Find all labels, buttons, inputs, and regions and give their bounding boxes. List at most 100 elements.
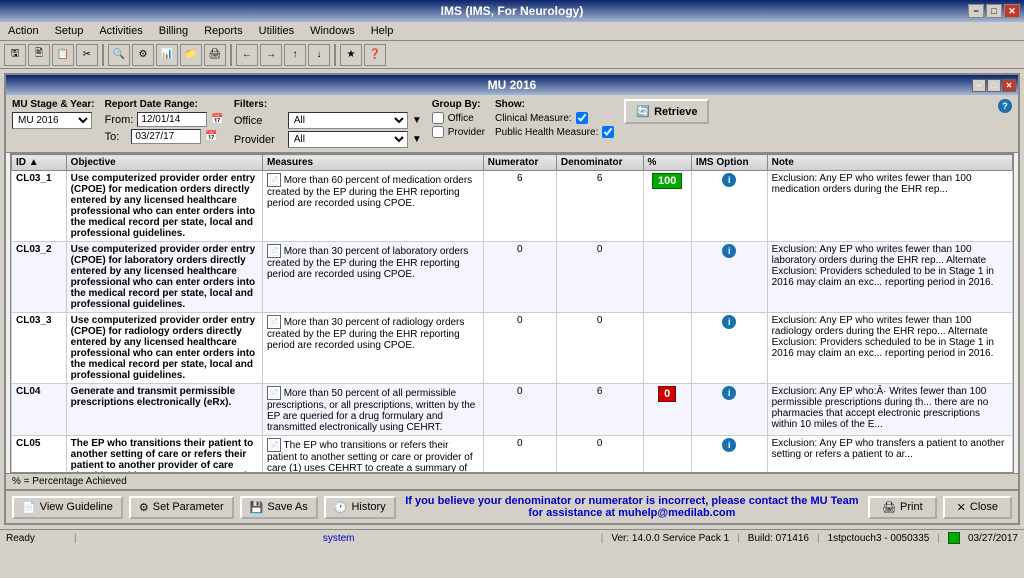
cell-ims-option: i (691, 384, 767, 436)
parameter-icon: ⚙ (139, 501, 149, 514)
menu-help[interactable]: Help (367, 24, 398, 38)
doc-icon[interactable]: 📄 (267, 315, 281, 329)
info-icon[interactable]: i (722, 386, 736, 400)
gb-office-checkbox[interactable] (432, 112, 444, 124)
cell-measures: 📄 More than 30 percent of radiology orde… (262, 313, 483, 384)
tb-btn-12[interactable]: ↑ (284, 44, 306, 66)
doc-icon[interactable]: 📄 (267, 244, 281, 258)
tb-btn-13[interactable]: ↓ (308, 44, 330, 66)
cell-id: CL03_2 (12, 242, 67, 313)
public-health-checkbox[interactable] (602, 126, 614, 138)
menu-action[interactable]: Action (4, 24, 43, 38)
tb-btn-14[interactable]: ★ (340, 44, 362, 66)
status-user: system (85, 533, 593, 544)
mu-maximize-button[interactable]: □ (987, 79, 1001, 92)
help-icon[interactable]: ? (998, 99, 1012, 113)
office-provider-group: Filters: Office All ▼ Provider All ▼ (234, 99, 422, 148)
status-version: Ver: 14.0.0 Service Pack 1 (611, 533, 729, 544)
from-row: From: 📅 (105, 112, 224, 127)
menu-billing[interactable]: Billing (155, 24, 192, 38)
provider-select[interactable]: All (288, 131, 408, 148)
col-note[interactable]: Note (767, 155, 1012, 171)
col-ims-option[interactable]: IMS Option (691, 155, 767, 171)
date-range-label: Report Date Range: (105, 99, 224, 110)
mu-close-button[interactable]: ✕ (1002, 79, 1016, 92)
col-id[interactable]: ID ▲ (12, 155, 67, 171)
history-button[interactable]: 🕐 History (324, 496, 396, 519)
doc-icon[interactable]: 📄 (267, 173, 281, 187)
table-body: CL03_1Use computerized provider order en… (12, 171, 1013, 474)
col-numerator[interactable]: Numerator (483, 155, 556, 171)
tb-btn-10[interactable]: ← (236, 44, 258, 66)
close-button[interactable]: ✕ Close (943, 496, 1012, 519)
cell-measures: 📄 More than 30 percent of laboratory ord… (262, 242, 483, 313)
calendar-icon[interactable]: 📅 (211, 114, 223, 125)
cell-pct: 100 (643, 171, 691, 242)
menu-utilities[interactable]: Utilities (255, 24, 298, 38)
calendar-icon-2[interactable]: 📅 (205, 131, 217, 142)
tb-btn-3[interactable]: 📋 (52, 44, 74, 66)
doc-icon[interactable]: 📄 (267, 386, 281, 400)
save-as-button[interactable]: 💾 Save As (240, 496, 318, 519)
from-date-input[interactable] (137, 112, 207, 127)
tb-btn-8[interactable]: 📁 (180, 44, 202, 66)
to-date-input[interactable] (131, 129, 201, 144)
measures-table: ID ▲ Objective Measures Numerator Denomi… (11, 154, 1013, 473)
view-guideline-label: View Guideline (40, 501, 113, 513)
view-guideline-button[interactable]: 📄 View Guideline (12, 496, 123, 519)
gb-provider-checkbox[interactable] (432, 126, 444, 138)
retrieve-button[interactable]: 🔄 Retrieve (624, 99, 709, 124)
menu-activities[interactable]: Activities (95, 24, 146, 38)
table-row: CL05The EP who transitions their patient… (12, 436, 1013, 474)
col-measures[interactable]: Measures (262, 155, 483, 171)
doc-icon[interactable]: 📄 (267, 438, 281, 452)
col-denominator[interactable]: Denominator (556, 155, 643, 171)
cell-denominator: 6 (556, 384, 643, 436)
menu-windows[interactable]: Windows (306, 24, 359, 38)
close-app-button[interactable]: ✕ (1004, 4, 1020, 18)
tb-btn-1[interactable]: 🖫 (4, 44, 26, 66)
office-dropdown-icon[interactable]: ▼ (412, 115, 422, 126)
info-icon[interactable]: i (722, 438, 736, 452)
show-label: Show: (495, 99, 614, 110)
print-button[interactable]: 🖨 Print (868, 496, 937, 519)
cell-note: Exclusion: Any EP who writes fewer than … (767, 242, 1012, 313)
menu-reports[interactable]: Reports (200, 24, 247, 38)
set-parameter-button[interactable]: ⚙ Set Parameter (129, 496, 234, 519)
public-health-row: Public Health Measure: (495, 126, 614, 138)
print-label: Print (900, 501, 923, 513)
table-container[interactable]: ID ▲ Objective Measures Numerator Denomi… (10, 153, 1014, 473)
tb-btn-9[interactable]: 🖨 (204, 44, 226, 66)
cell-measures: 📄 More than 60 percent of medication ord… (262, 171, 483, 242)
provider-dropdown-icon[interactable]: ▼ (412, 134, 422, 145)
cell-denominator: 0 (556, 242, 643, 313)
info-icon[interactable]: i (722, 173, 736, 187)
stage-year-select[interactable]: MU 2016 (12, 112, 92, 129)
tb-btn-6[interactable]: ⚙ (132, 44, 154, 66)
pct-badge: 0 (658, 386, 676, 402)
gb-office-row: Office (432, 112, 485, 124)
tb-btn-4[interactable]: ✂ (76, 44, 98, 66)
office-select[interactable]: All (288, 112, 408, 129)
tb-btn-15[interactable]: ❓ (364, 44, 386, 66)
gb-office-label: Office (448, 113, 474, 124)
tb-btn-5[interactable]: 🔍 (108, 44, 130, 66)
cell-pct (643, 313, 691, 384)
info-icon[interactable]: i (722, 315, 736, 329)
col-objective[interactable]: Objective (66, 155, 262, 171)
tb-btn-11[interactable]: → (260, 44, 282, 66)
tb-btn-2[interactable]: 🖹 (28, 44, 50, 66)
menu-setup[interactable]: Setup (51, 24, 88, 38)
mu-minimize-button[interactable]: − (972, 79, 986, 92)
tb-separator-2 (230, 44, 232, 66)
info-icon[interactable]: i (722, 244, 736, 258)
table-header: ID ▲ Objective Measures Numerator Denomi… (12, 155, 1013, 171)
minimize-button[interactable]: − (968, 4, 984, 18)
maximize-button[interactable]: □ (986, 4, 1002, 18)
cell-measures: 📄 More than 50 percent of all permissibl… (262, 384, 483, 436)
clinical-checkbox[interactable] (576, 112, 588, 124)
tb-separator-1 (102, 44, 104, 66)
cell-note: Exclusion: Any EP who:Â· Writes fewer th… (767, 384, 1012, 436)
tb-btn-7[interactable]: 📊 (156, 44, 178, 66)
col-pct[interactable]: % (643, 155, 691, 171)
